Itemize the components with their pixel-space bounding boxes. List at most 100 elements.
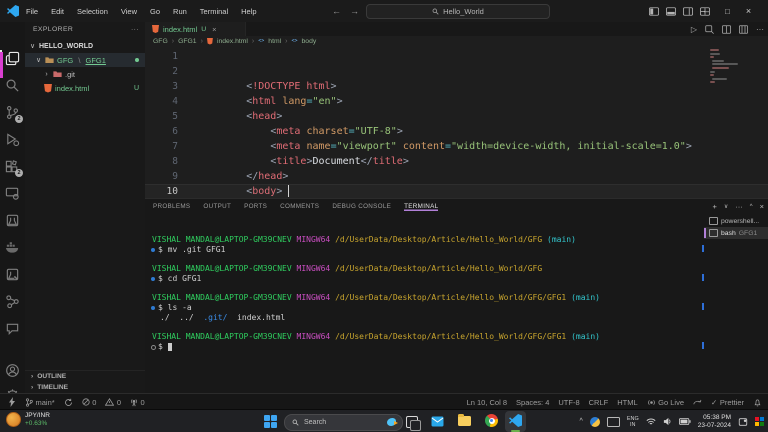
search-icon[interactable] — [5, 78, 20, 93]
chat-icon[interactable] — [5, 321, 20, 336]
docker-icon[interactable] — [5, 240, 20, 255]
menu-item[interactable]: Terminal — [200, 7, 228, 16]
panel-tab[interactable]: PORTS — [244, 203, 267, 210]
live-preview-icon[interactable] — [5, 267, 20, 282]
terminal-output[interactable]: VISHAL MANDAL@LAPTOP-GM39CNEV MINGW64 /d… — [150, 235, 700, 361]
chrome-icon[interactable] — [485, 414, 499, 428]
tab-close-icon[interactable]: × — [212, 25, 216, 34]
prettier-item[interactable]: ✓ Prettier — [711, 398, 744, 407]
tree-item-gfg-gfg1[interactable]: ∨ GFG \ GFG1 — [25, 53, 145, 67]
split-editor-icon[interactable] — [722, 25, 731, 34]
account-icon[interactable] — [5, 363, 20, 378]
code-line[interactable]: 6 <title>Document</title> — [145, 124, 768, 139]
run-debug-icon[interactable] — [5, 132, 20, 147]
panel-tab[interactable]: DEBUG CONSOLE — [332, 203, 391, 210]
command-center-search[interactable]: Hello_World — [366, 4, 550, 19]
back-arrow-icon[interactable]: ← — [332, 6, 341, 16]
battery-icon[interactable] — [679, 418, 691, 425]
close-panel-icon[interactable]: × — [760, 202, 764, 211]
code-line[interactable]: 8 <body> — [145, 154, 768, 169]
menu-item[interactable]: Selection — [77, 7, 108, 16]
maximize-icon[interactable]: □ — [725, 7, 730, 16]
panel-more-icon[interactable]: ··· — [735, 202, 743, 211]
git-branch-item[interactable]: main* — [25, 398, 55, 407]
menu-item[interactable]: View — [121, 7, 137, 16]
notification-icon[interactable] — [738, 417, 748, 427]
file-explorer-icon[interactable] — [458, 414, 472, 428]
panel-tab[interactable]: PROBLEMS — [153, 203, 190, 210]
start-button[interactable] — [264, 415, 277, 428]
menu-item[interactable]: Run — [173, 7, 187, 16]
widgets-icon[interactable] — [755, 417, 764, 426]
toggle-panel-icon[interactable] — [666, 7, 676, 16]
more-actions-icon[interactable]: ··· — [756, 25, 764, 34]
remote-explorer-icon[interactable] — [5, 186, 20, 201]
panel-tab[interactable]: OUTPUT — [203, 203, 231, 210]
errors-item[interactable]: 0 — [82, 398, 97, 407]
cursor-position[interactable]: Ln 10, Col 8 — [467, 398, 507, 407]
close-icon[interactable]: × — [746, 6, 751, 16]
clock[interactable]: 05:38 PM 23-07-2024 — [698, 414, 731, 430]
minimap[interactable] — [710, 49, 746, 85]
maximize-panel-icon[interactable]: ^ — [750, 204, 753, 210]
code-line[interactable]: 4 <meta charset="UTF-8"> — [145, 94, 768, 109]
volume-icon[interactable] — [663, 417, 672, 426]
timeline-section[interactable]: › TIMELINE — [25, 382, 145, 393]
tree-root-hello-world[interactable]: ∨ HELLO_WORLD — [25, 39, 145, 53]
panel-tab[interactable]: COMMENTS — [280, 203, 319, 210]
run-or-debug-icon[interactable] — [705, 25, 714, 34]
crumb-index-html[interactable]: index.html — [217, 38, 248, 45]
explorer-more-icon[interactable]: ··· — [131, 26, 139, 33]
crumb-body[interactable]: body — [302, 38, 317, 45]
tab-index-html[interactable]: index.html U × — [145, 22, 246, 36]
forward-arrow-icon[interactable]: → — [350, 6, 359, 16]
new-terminal-icon[interactable]: + — [712, 202, 716, 211]
tree-item-index-html[interactable]: index.html U — [25, 81, 145, 95]
curved-arrow-icon[interactable] — [693, 398, 702, 406]
wifi-icon[interactable] — [646, 418, 656, 426]
crumb-html[interactable]: html — [268, 38, 281, 45]
source-control-icon[interactable]: 2 — [5, 105, 20, 120]
editor-layout-icon[interactable] — [739, 25, 748, 34]
minimize-icon[interactable]: – — [704, 6, 709, 16]
extensions-icon[interactable]: 2 — [5, 159, 20, 174]
news-widget[interactable]: JPY/INR +0.63% — [6, 412, 50, 427]
code-line[interactable]: 1 <!DOCTYPE html> — [145, 49, 768, 64]
code-line[interactable]: 2 <html lang="en"> — [145, 64, 768, 79]
testing-icon[interactable] — [5, 213, 20, 228]
toggle-sidebar-icon[interactable] — [649, 7, 659, 16]
task-view-icon[interactable] — [404, 414, 418, 428]
menu-item[interactable]: Edit — [51, 7, 64, 16]
toggle-secondary-sidebar-icon[interactable] — [683, 7, 693, 16]
vscode-taskbar-active[interactable] — [505, 411, 526, 432]
language-indicator[interactable]: ENG IN — [627, 416, 639, 428]
menu-item[interactable]: Help — [241, 7, 256, 16]
encoding[interactable]: UTF-8 — [558, 398, 579, 407]
language-mode[interactable]: HTML — [617, 398, 637, 407]
sync-icon[interactable] — [64, 398, 73, 407]
code-line[interactable]: 9 <h1>Hello World</h1> — [145, 169, 768, 184]
go-live-item[interactable]: Go Live — [647, 398, 684, 407]
session-bash-gfg1[interactable]: bash GFG1 — [704, 227, 768, 239]
ports-item[interactable]: 0 — [130, 398, 145, 407]
code-line[interactable]: 3 <head> — [145, 79, 768, 94]
terminal-dropdown-icon[interactable]: ∨ — [724, 203, 728, 210]
code-editor[interactable]: 1 <!DOCTYPE html> 2 <html lang="en"> 3 — [145, 46, 768, 198]
taskbar-search[interactable]: Search — [284, 414, 403, 431]
hierarchy-icon[interactable] — [5, 294, 20, 309]
warnings-item[interactable]: 0 — [105, 398, 121, 407]
crumb-gfg[interactable]: GFG — [153, 38, 168, 45]
menu-item[interactable]: File — [26, 7, 38, 16]
explorer-icon[interactable] — [5, 51, 20, 66]
tray-app-icon[interactable] — [590, 417, 600, 427]
remote-lightning-icon[interactable] — [8, 397, 16, 407]
display-icon[interactable] — [607, 417, 620, 427]
tree-item-git-folder[interactable]: › .git — [25, 67, 145, 81]
tray-chevron-up-icon[interactable]: ^ — [580, 418, 583, 425]
notifications-bell-icon[interactable] — [753, 398, 762, 407]
panel-tab[interactable]: TERMINAL — [404, 203, 438, 211]
code-line[interactable]: 10 </body> — [145, 184, 768, 199]
indentation[interactable]: Spaces: 4 — [516, 398, 549, 407]
crumb-gfg1[interactable]: GFG1 — [178, 38, 197, 45]
code-line[interactable]: 5 <meta name="viewport" content="width=d… — [145, 109, 768, 124]
